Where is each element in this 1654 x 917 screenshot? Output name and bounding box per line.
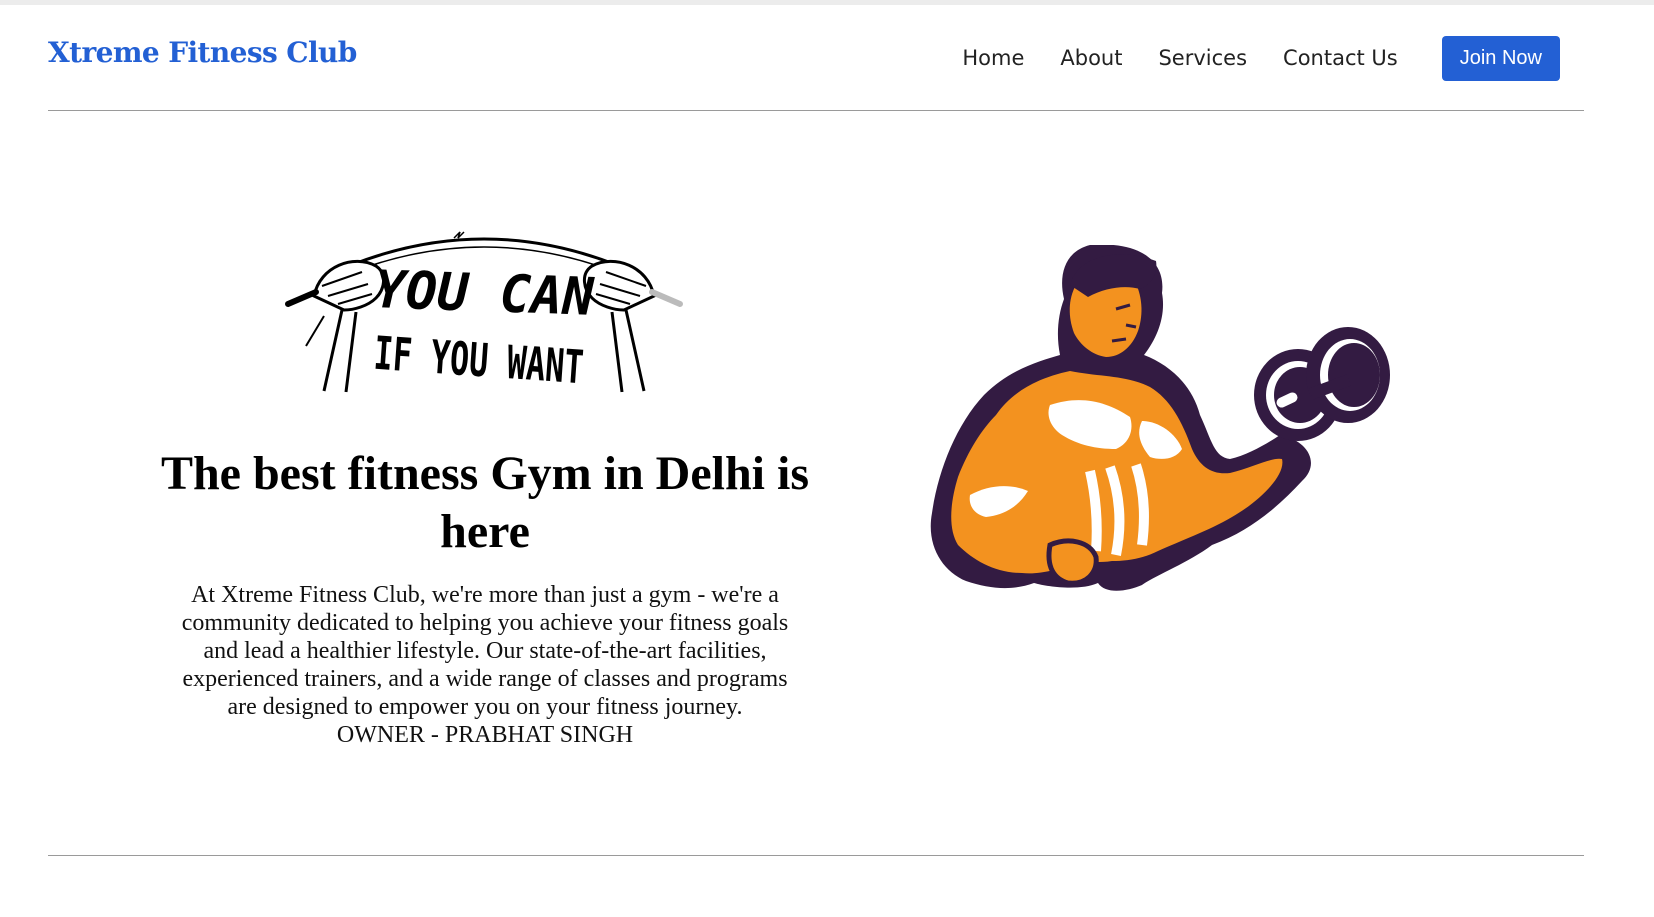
hero-description: At Xtreme Fitness Club, we're more than … xyxy=(181,582,789,720)
nav-services[interactable]: Services xyxy=(1158,46,1247,70)
hero-copy: The best fitness Gym in Delhi is here At… xyxy=(160,445,810,749)
nav-home[interactable]: Home xyxy=(962,46,1024,70)
nav-about[interactable]: About xyxy=(1060,46,1122,70)
navbar: Xtreme Fitness Club Home About Services … xyxy=(48,24,1584,88)
brand-logo[interactable]: Xtreme Fitness Club xyxy=(48,36,357,69)
top-strip xyxy=(0,0,1654,5)
nav-links: Home About Services Contact Us Join Now xyxy=(962,35,1560,81)
nav-contact[interactable]: Contact Us xyxy=(1283,46,1398,70)
you-can-if-you-want-logo: YOU CAN IF YOU WANT xyxy=(285,231,683,395)
motto-top-text: YOU CAN xyxy=(374,260,596,328)
motto-bottom-text: IF YOU WANT xyxy=(372,326,585,395)
join-now-button[interactable]: Join Now xyxy=(1441,35,1560,81)
bodybuilder-dumbbell-illustration xyxy=(930,245,1390,591)
hero-headline: The best fitness Gym in Delhi is here xyxy=(160,447,810,558)
header-divider xyxy=(48,110,1584,111)
owner-credit: OWNER - PRABHAT SINGH xyxy=(336,722,634,748)
section-divider xyxy=(48,855,1584,856)
